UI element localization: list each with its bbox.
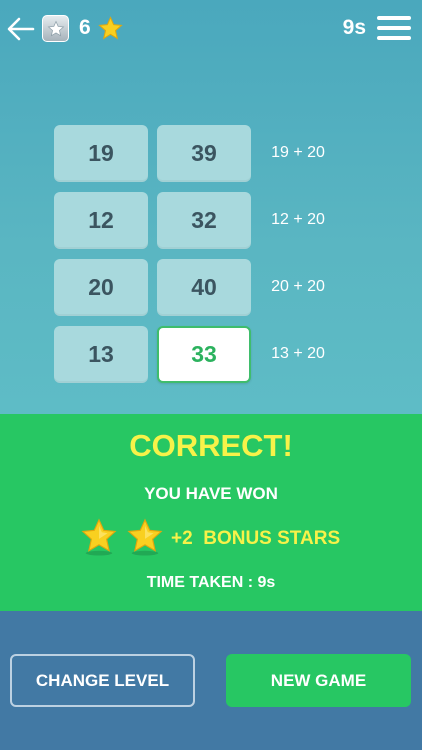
formula-label: 13 + 20 [271, 345, 325, 362]
change-level-button[interactable]: CHANGE LEVEL [10, 654, 195, 707]
star-count: 6 [79, 16, 91, 39]
bonus-text: +2 BONUS STARS [171, 528, 340, 550]
formula-label: 20 + 20 [271, 278, 325, 295]
result-title: CORRECT! [129, 428, 293, 463]
back-button[interactable] [6, 14, 36, 44]
game-area: 6 9s 19 39 19 + 20 12 32 12 + 20 20 40 2… [0, 0, 422, 414]
formula-label: 19 + 20 [271, 144, 325, 161]
bonus-count: +2 [171, 528, 193, 549]
top-bar: 6 9s [0, 0, 422, 58]
gold-star-icon [98, 16, 123, 40]
answer-input[interactable]: 33 [157, 326, 251, 383]
bonus-row: +2 BONUS STARS [80, 518, 380, 562]
level-badge[interactable] [42, 15, 69, 42]
timer: 9s [342, 16, 366, 39]
formula-label: 12 + 20 [271, 211, 325, 228]
menu-button[interactable] [377, 14, 413, 42]
gold-star-icon [81, 518, 117, 556]
silver-star-badge-icon [47, 20, 64, 37]
time-taken: TIME TAKEN : 9s [146, 574, 276, 591]
hamburger-menu-icon [377, 16, 411, 20]
sum-tile: 40 [157, 259, 251, 316]
action-bar: CHANGE LEVEL NEW GAME [0, 611, 422, 750]
new-game-button[interactable]: NEW GAME [226, 654, 411, 707]
arrow-left-icon [7, 17, 35, 41]
result-subtitle: YOU HAVE WON [144, 484, 278, 503]
number-tile: 20 [54, 259, 148, 316]
sum-tile: 32 [157, 192, 251, 249]
sum-tile: 39 [157, 125, 251, 182]
bonus-label: BONUS STARS [203, 528, 341, 549]
number-tile: 19 [54, 125, 148, 182]
result-panel: CORRECT! YOU HAVE WON +2 BONUS STARS TIM… [0, 414, 422, 611]
number-tile: 12 [54, 192, 148, 249]
number-tile: 13 [54, 326, 148, 383]
gold-star-icon [127, 518, 163, 556]
